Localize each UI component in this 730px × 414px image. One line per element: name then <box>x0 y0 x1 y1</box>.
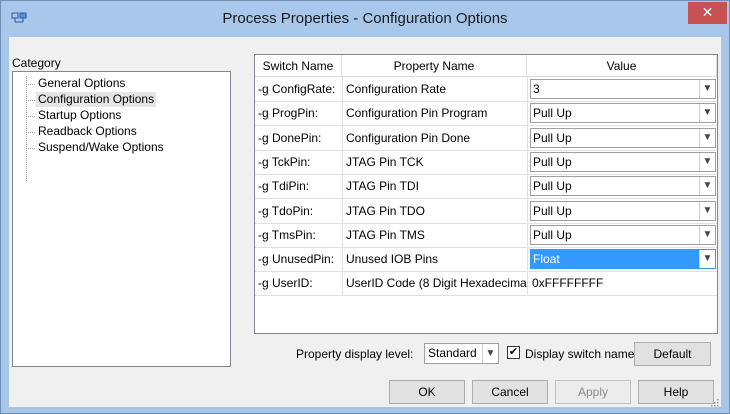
switch-name-cell: -g ConfigRate: <box>258 82 336 96</box>
switch-name-cell: -g TmsPin: <box>258 227 316 242</box>
category-tree[interactable]: General Options Configuration Options Star… <box>12 71 231 367</box>
display-switch-names-label[interactable]: Display switch names <box>525 347 640 361</box>
resize-grip-icon[interactable] <box>711 399 719 407</box>
chevron-down-icon[interactable]: ▼ <box>699 152 715 171</box>
chevron-down-icon[interactable]: ▼ <box>699 128 715 147</box>
value-dropdown[interactable]: Pull Up ▼ <box>530 103 716 124</box>
close-button[interactable]: ✕ <box>688 2 727 24</box>
tree-connector-line <box>26 116 35 117</box>
switch-name-cell: -g ProgPin: <box>258 106 319 121</box>
chevron-down-icon[interactable]: ▼ <box>482 344 498 363</box>
check-icon: ✔ <box>508 346 519 358</box>
category-item[interactable]: Startup Options <box>36 108 123 123</box>
ok-button[interactable]: OK <box>389 380 465 404</box>
value-text: Pull Up <box>533 179 572 194</box>
value-dropdown[interactable]: Pull Up ▼ <box>530 127 716 148</box>
column-header[interactable]: Property Name <box>342 55 527 77</box>
switch-name-cell: -g TdiPin: <box>258 179 310 194</box>
property-name-cell: Unused IOB Pins <box>346 252 439 267</box>
display-level-select[interactable]: Standard ▼ <box>424 343 499 364</box>
property-name-cell: Configuration Pin Program <box>346 106 488 121</box>
chevron-down-icon[interactable]: ▼ <box>699 177 715 196</box>
tree-connector-line <box>26 76 27 181</box>
switch-name-cell: -g TdoPin: <box>258 203 314 218</box>
chevron-down-icon[interactable]: ▼ <box>699 250 715 269</box>
category-item[interactable]: Suspend/Wake Options <box>36 140 166 155</box>
value-dropdown[interactable]: Pull Up ▼ <box>530 224 716 245</box>
chevron-down-icon[interactable]: ▼ <box>699 80 715 98</box>
switch-name-cell: -g TckPin: <box>258 154 311 169</box>
property-name-cell: JTAG Pin TDO <box>346 203 425 218</box>
chevron-down-icon[interactable]: ▼ <box>699 225 715 244</box>
cancel-button[interactable]: Cancel <box>472 380 548 404</box>
apply-button: Apply <box>555 380 631 404</box>
value-text: Pull Up <box>533 227 572 242</box>
window-title: Process Properties - Configuration Optio… <box>222 10 508 27</box>
close-icon: ✕ <box>701 4 714 20</box>
value-dropdown[interactable]: Pull Up ▼ <box>530 176 716 197</box>
value-text: Pull Up <box>533 154 572 169</box>
help-button[interactable]: Help <box>638 380 714 404</box>
property-name-cell: JTAG Pin TMS <box>346 227 425 242</box>
property-name-cell: JTAG Pin TDI <box>346 179 419 194</box>
column-header[interactable]: Switch Name <box>255 55 342 77</box>
property-name-cell: JTAG Pin TCK <box>346 154 424 169</box>
value-text-field[interactable]: 0xFFFFFFFF <box>530 273 716 293</box>
property-name-cell: Configuration Rate <box>346 82 447 96</box>
category-item[interactable]: Configuration Options <box>36 92 157 107</box>
category-item[interactable]: General Options <box>36 76 127 91</box>
switch-name-cell: -g DonePin: <box>258 130 322 145</box>
tree-connector-line <box>26 84 35 85</box>
property-name-cell: Configuration Pin Done <box>346 130 471 145</box>
value-dropdown[interactable]: 3 ▼ <box>530 79 716 99</box>
tree-connector-line <box>26 132 35 133</box>
default-button[interactable]: Default <box>634 342 711 366</box>
switch-name-cell: -g UnusedPin: <box>258 252 335 267</box>
display-level-label: Property display level: <box>296 347 414 361</box>
column-header[interactable]: Value <box>527 55 717 77</box>
value-text: Pull Up <box>533 203 572 218</box>
value-text: Float <box>533 252 560 267</box>
property-name-cell: UserID Code (8 Digit Hexadecimal) <box>346 276 527 291</box>
tree-connector-line <box>26 100 35 101</box>
grid-column-divider <box>527 77 528 296</box>
dialog-window: Process Properties - Configuration Optio… <box>0 0 730 414</box>
value-dropdown[interactable]: Pull Up ▼ <box>530 151 716 172</box>
property-grid[interactable]: Switch Name Property Name Value -g ConfigRa… <box>254 54 718 334</box>
category-item[interactable]: Readback Options <box>36 124 139 139</box>
category-label: Category <box>12 56 61 70</box>
display-level-value: Standard <box>428 346 477 360</box>
value-text: Pull Up <box>533 106 572 121</box>
dialog-client-area: Category General Options Configuration Op… <box>9 37 721 407</box>
value-dropdown[interactable]: Float ▼ <box>530 249 716 270</box>
tree-connector-line <box>26 148 35 149</box>
value-text: Pull Up <box>533 130 572 145</box>
grid-row-divider <box>255 295 717 297</box>
title-bar[interactable]: Process Properties - Configuration Optio… <box>1 1 729 37</box>
switch-name-cell: -g UserID: <box>258 276 313 291</box>
chevron-down-icon[interactable]: ▼ <box>699 201 715 220</box>
value-text: 3 <box>533 82 540 96</box>
chevron-down-icon[interactable]: ▼ <box>699 104 715 123</box>
value-dropdown[interactable]: Pull Up ▼ <box>530 200 716 221</box>
display-switch-names-checkbox[interactable]: ✔ <box>507 346 520 359</box>
